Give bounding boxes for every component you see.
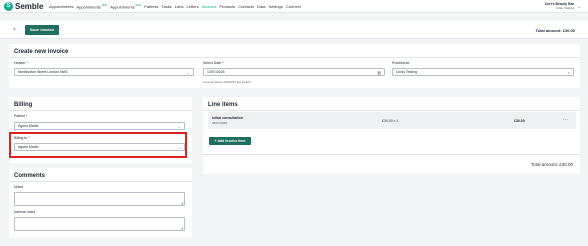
top-navigation: S Semble Appointments AppointmentsNEW Ap… — [0, 0, 588, 13]
nav-item-tasks[interactable]: Tasks — [162, 4, 172, 9]
add-invoice-item-button[interactable]: + Add invoice item — [209, 137, 251, 145]
date-value: 13/07/2025 — [207, 70, 225, 74]
line-items-title: Line items — [208, 102, 238, 108]
nav-item-letters[interactable]: Letters — [186, 4, 198, 9]
nav-item-appointments-new[interactable]: AppointmentsNEW — [76, 4, 107, 9]
date-hint: Invoices before 03/03/25 are locked — [203, 80, 251, 84]
divider — [203, 154, 580, 155]
brand-name: Semble — [15, 2, 44, 11]
nav-item-appointments-new-2[interactable]: AppointmentsNEW — [110, 4, 141, 9]
new-badge: NEW — [101, 4, 108, 7]
nav-item-labs[interactable]: Labs — [175, 4, 184, 9]
invoice-toolbar: × Save invoice Total amount: £30.00 — [0, 21, 588, 39]
billing-to-highlight — [9, 132, 187, 158]
line-item-name: Initial consultation — [212, 116, 243, 120]
line-items-card — [203, 97, 580, 174]
practitioner-label: Practitioner — [392, 61, 410, 65]
billing-title: Billing — [14, 102, 33, 108]
nav-item-connect[interactable]: Connect — [286, 4, 301, 9]
date-label: Select Date * — [203, 61, 224, 65]
header-label: Header * — [14, 61, 28, 65]
line-item-quantity: £30.00 x 1 — [382, 119, 399, 123]
patient-label: Patient * — [14, 114, 28, 118]
practitioner-value: Cindy Testing — [396, 70, 417, 74]
more-options-icon[interactable]: ··· — [563, 117, 568, 123]
create-invoice-card — [9, 44, 580, 88]
notes-textarea[interactable]: ◢ — [14, 192, 185, 206]
line-item-amount: £30.00 — [514, 119, 525, 123]
chevron-down-icon: ⌄ — [177, 124, 181, 129]
patient-select[interactable]: Agnes Martin ⌄ — [14, 122, 185, 130]
resize-handle-icon[interactable]: ◢ — [181, 201, 183, 205]
nav-item-settings[interactable]: Settings — [268, 4, 282, 9]
nav-item-data[interactable]: Data — [257, 4, 265, 9]
chevron-down-icon[interactable]: ⌄ — [578, 4, 581, 9]
internal-notes-label: Internal notes — [14, 210, 36, 214]
chevron-down-icon: ⌄ — [186, 70, 190, 75]
nav-item-patients[interactable]: Patients — [144, 4, 158, 9]
clear-icon[interactable]: × — [568, 69, 570, 77]
line-item-date: 08/07/2025 — [212, 121, 228, 125]
add-invoice-item-label: Add invoice item — [217, 139, 246, 143]
practitioner-select[interactable]: Cindy Testing × — [392, 68, 574, 76]
total-amount: Total amount: £30.00 — [535, 28, 576, 33]
account-menu[interactable]: Cori's Beauty Bar Cindy Testing — [545, 2, 574, 10]
new-badge: NEW — [135, 4, 142, 7]
notes-label: Notes — [14, 185, 24, 189]
internal-notes-textarea[interactable]: ◢ — [14, 217, 185, 231]
save-invoice-button[interactable]: Save invoice — [25, 25, 59, 35]
header-value: Northbolton Street London NW1 — [18, 70, 68, 74]
account-user: Cindy Testing — [556, 6, 574, 10]
close-icon[interactable]: × — [13, 27, 16, 33]
calendar-icon[interactable]: ▦ — [377, 69, 381, 77]
nav-item-contacts[interactable]: Contacts — [238, 4, 254, 9]
nav-item-appointments[interactable]: Appointments — [49, 4, 73, 9]
page-title: Create new invoice — [14, 49, 69, 55]
divider — [9, 181, 192, 182]
nav-item-invoices[interactable]: Invoices — [202, 4, 217, 9]
divider — [9, 110, 192, 111]
patient-value: Agnes Martin — [18, 124, 39, 128]
semble-logo-icon: S — [4, 2, 13, 11]
divider — [9, 57, 580, 58]
nav-item-products[interactable]: Products — [219, 4, 235, 9]
date-input[interactable]: 13/07/2025 ▦ — [203, 68, 385, 76]
comments-title: Comments — [14, 173, 46, 179]
header-select[interactable]: Northbolton Street London NW1 ⌄ — [14, 68, 194, 76]
nav-menu: Appointments AppointmentsNEW Appointment… — [49, 4, 304, 9]
brand-logo[interactable]: S Semble — [4, 2, 43, 11]
divider — [203, 110, 580, 111]
line-items-total: Total amount: £30.00 — [530, 162, 573, 167]
resize-handle-icon[interactable]: ◢ — [181, 226, 183, 230]
